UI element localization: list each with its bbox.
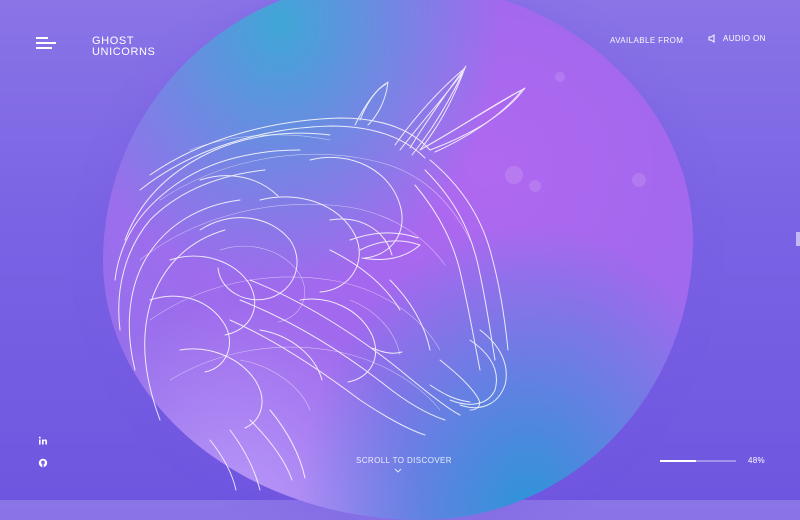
brand-line-2: UNICORNS bbox=[92, 46, 156, 58]
speaker-icon bbox=[708, 34, 715, 43]
chevron-down-icon bbox=[394, 468, 402, 473]
progress-percent: 48% bbox=[748, 456, 765, 465]
scroll-to-discover[interactable]: SCROLL TO DISCOVER bbox=[356, 456, 452, 465]
audio-toggle[interactable]: AUDIO ON bbox=[708, 34, 766, 43]
available-from-link[interactable]: AVAILABLE FROM bbox=[610, 36, 683, 45]
menu-button[interactable] bbox=[36, 37, 58, 49]
progress-fill bbox=[660, 460, 697, 462]
menu-line bbox=[36, 37, 48, 39]
github-link[interactable] bbox=[38, 455, 50, 468]
unicorn-line-art bbox=[114, 65, 526, 491]
linkedin-icon bbox=[38, 436, 47, 445]
github-icon bbox=[38, 458, 48, 468]
menu-line bbox=[36, 42, 56, 44]
progress-bar bbox=[660, 460, 736, 462]
audio-label: AUDIO ON bbox=[723, 34, 766, 43]
edge-scroll-marker[interactable] bbox=[796, 232, 800, 246]
brand-logo[interactable]: GHOST UNICORNS bbox=[92, 36, 155, 58]
linkedin-link[interactable] bbox=[38, 433, 50, 445]
menu-line bbox=[36, 47, 52, 49]
